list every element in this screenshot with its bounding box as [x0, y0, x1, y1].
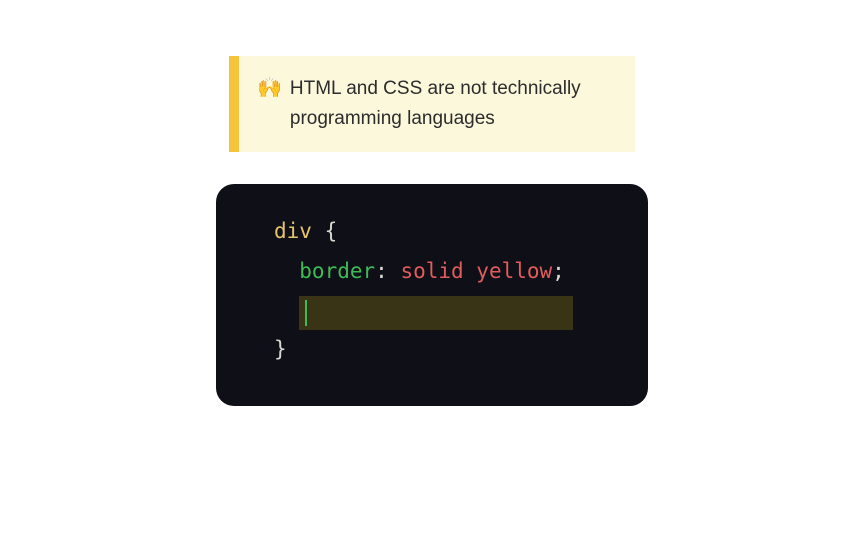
code-line-1: div {	[274, 212, 590, 252]
code-line-2: border: solid yellow;	[274, 252, 590, 292]
callout-accent-bar	[229, 56, 239, 152]
callout-body: 🙌 HTML and CSS are not technically progr…	[239, 56, 635, 152]
code-line-4: }	[274, 330, 590, 370]
open-brace: {	[325, 219, 338, 243]
css-selector: div	[274, 219, 312, 243]
callout-text: HTML and CSS are not technically program…	[290, 74, 613, 134]
css-property: border	[299, 259, 375, 283]
text-cursor	[305, 300, 307, 326]
code-editor[interactable]: div { border: solid yellow; }	[216, 184, 648, 406]
callout-box: 🙌 HTML and CSS are not technically progr…	[229, 56, 635, 152]
colon: :	[375, 259, 388, 283]
close-brace: }	[274, 337, 287, 361]
raising-hands-icon: 🙌	[257, 74, 282, 102]
css-value: solid yellow	[400, 259, 552, 283]
active-input-line[interactable]	[299, 296, 573, 330]
semicolon: ;	[552, 259, 565, 283]
